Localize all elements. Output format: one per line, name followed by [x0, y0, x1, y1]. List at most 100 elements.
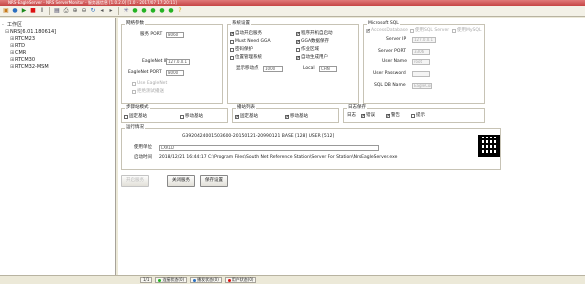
status-text: 播发状态(0) — [197, 277, 219, 282]
system-group-label: 系统设置 — [231, 21, 251, 27]
satellite-icon[interactable]: ✳ — [122, 7, 130, 15]
auto-start-service-checkbox[interactable]: 自动开启服务 — [230, 31, 262, 37]
blue-dot-icon — [193, 278, 197, 282]
tree-item-label: RTCM30 — [15, 57, 36, 63]
tree-root-label: 工作区 — [7, 22, 23, 28]
download-mobile-base-checkbox[interactable]: 移动基站 — [180, 114, 203, 120]
must-need-gga-checkbox[interactable]: Must Need GGA — [230, 39, 271, 45]
tree-item-rtcm30[interactable]: ⊞RTCM30 — [2, 57, 113, 64]
auto-gen-user-checkbox[interactable]: 自动生成用户 — [296, 55, 328, 61]
stop-service-button[interactable]: 关闭服务 — [167, 175, 195, 187]
checkbox-label: AccessDatabase — [371, 28, 408, 33]
help-icon[interactable]: ? — [176, 7, 184, 15]
checkbox-box — [132, 82, 136, 86]
checkbox-box — [124, 115, 128, 119]
eaglenet-port-label: EagleNet PORT — [128, 70, 162, 75]
checkbox-box — [230, 31, 235, 37]
checkbox-label: 提示 — [416, 113, 425, 118]
use-eaglenet-checkbox[interactable]: Use EagleNet — [132, 81, 167, 87]
list-mobile-base-checkbox[interactable]: 移动基站 — [285, 114, 308, 120]
window-title: NRS-EagleServer - NRS ServerMonitor - 服务… — [8, 0, 177, 5]
zoom-in-icon[interactable]: ⊕ — [71, 7, 79, 15]
download-mode-group: 步骤站模式 固定基站 移动基站 — [121, 105, 228, 123]
checkbox-label: Must Need GGA — [235, 39, 271, 44]
download-fixed-base-checkbox[interactable]: 固定基站 — [124, 114, 147, 120]
status-text: 用户状态(0) — [231, 277, 254, 282]
workspace-tree: - 工作区 ⊟NRS[6.01.180614] ⊞RTCM23 ⊞RTD ⊞CMR… — [0, 18, 116, 275]
status-text: 连接状态(0) — [162, 277, 185, 282]
tree-item-label: RTCM23 — [15, 36, 36, 42]
green-light-icon: ● — [150, 7, 156, 14]
checkbox-label: GGA数据保存 — [301, 39, 330, 44]
service-port-label: 服务 PORT — [140, 32, 163, 37]
program-autostart-checkbox[interactable]: 程序开机自启动 — [296, 31, 333, 37]
password-protect-checkbox[interactable]: 密码保护 — [230, 47, 253, 53]
eaglenet-ip-input[interactable]: 127.0.0.1 — [166, 59, 190, 65]
display-move-input[interactable]: 1000 — [263, 66, 283, 72]
checkbox-box — [361, 113, 366, 119]
checkbox-box — [411, 114, 415, 118]
tree-item-rtcm23[interactable]: ⊞RTCM23 — [2, 36, 113, 43]
checkbox-box — [296, 48, 300, 52]
checkbox-label: 密码保护 — [235, 47, 253, 52]
user-unit-input[interactable]: LXKLD — [159, 145, 379, 151]
log-info-checkbox[interactable]: 提示 — [411, 113, 425, 119]
new-icon[interactable]: ▣ — [2, 7, 10, 15]
service-group: 网络参数 服务 PORT 8060 EagleNet IP 127.0.0.1 … — [121, 21, 223, 104]
tree-item-rtcm32-msm[interactable]: ⊞RTCM32-MSM — [2, 64, 113, 71]
db-name-label: SQL DB Name — [374, 83, 406, 88]
tree-root[interactable]: - 工作区 — [2, 22, 113, 29]
tree-item-label: RTCM32-MSM — [15, 64, 49, 70]
checkbox-label: 自动开启服务 — [235, 31, 262, 36]
save-settings-button[interactable]: 保存设置 — [200, 175, 228, 187]
checkbox-box — [366, 28, 371, 34]
station-list-group-label: 播站列表 — [236, 105, 256, 111]
checkbox-box — [296, 39, 301, 45]
user-password-input[interactable] — [412, 71, 430, 77]
eaglenet-port-input[interactable]: 8000 — [166, 70, 184, 76]
work-area-checkbox[interactable]: 作业区域 — [296, 47, 319, 53]
log-warning-checkbox[interactable]: 警告 — [386, 113, 400, 119]
tree-item-label: CMR — [15, 50, 27, 56]
open-icon[interactable]: ● — [11, 7, 19, 15]
log-error-checkbox[interactable]: 错误 — [361, 113, 375, 119]
net-push-checkbox[interactable]: 拒绝测试播送 — [132, 89, 164, 95]
tree-item-server[interactable]: ⊟NRS[6.01.180614] — [2, 29, 113, 36]
list-fixed-base-checkbox[interactable]: 固定基站 — [235, 114, 258, 120]
green-light-icon: ● — [141, 7, 147, 14]
checkbox-label: 固定基站 — [129, 114, 147, 119]
access-database-checkbox[interactable]: AccessDatabase — [366, 28, 408, 34]
print-icon[interactable]: ⎙ — [62, 7, 70, 15]
tree-item-cmr[interactable]: ⊞CMR — [2, 50, 113, 57]
db-name-input[interactable]: EagleCors — [412, 83, 432, 89]
status-broadcast: 播发状态(0) — [190, 277, 222, 283]
tree-item-rtd[interactable]: ⊞RTD — [2, 43, 113, 50]
save-icon[interactable]: ▤ — [53, 7, 61, 15]
zoom-out-icon[interactable]: ⊖ — [80, 7, 88, 15]
local-input[interactable]: CHN — [319, 66, 337, 72]
forward-icon[interactable]: ▸ — [107, 7, 115, 15]
use-sql-server-checkbox[interactable]: 使用SQL Server — [410, 28, 449, 34]
red-dot-icon — [227, 278, 231, 282]
gga-save-checkbox[interactable]: GGA数据保存 — [296, 39, 329, 45]
server-ip-input[interactable]: 127.0.0.1 — [412, 37, 436, 43]
back-icon[interactable]: ◂ — [98, 7, 106, 15]
checkbox-box — [410, 29, 414, 33]
position-system-checkbox[interactable]: 位置管理系统 — [230, 55, 262, 61]
service-port-input[interactable]: 8060 — [166, 32, 184, 38]
use-mysql-checkbox[interactable]: 使用MySQL — [452, 28, 481, 34]
stop-icon[interactable]: ■ — [29, 7, 37, 15]
status-text: 1/1 — [143, 277, 150, 282]
refresh-icon[interactable]: ↻ — [89, 7, 97, 15]
play-icon[interactable]: ▶ — [20, 7, 28, 15]
tree-server-label: NRS[6.01.180614] — [10, 29, 57, 35]
pause-icon[interactable]: Ⅱ — [38, 7, 46, 15]
start-service-button[interactable]: 开启服务 — [121, 175, 149, 187]
download-group-label: 步骤站模式 — [125, 105, 150, 111]
checkbox-label: 使用MySQL — [457, 28, 482, 33]
user-name-input[interactable]: root — [412, 59, 430, 65]
checkbox-box — [386, 113, 391, 119]
server-port-input[interactable]: 3306 — [412, 49, 430, 55]
toolbar: ▣ ● ▶ ■ Ⅱ ▤ ⎙ ⊕ ⊖ ↻ ◂ ▸ ✳ ● ● ● ● ● ? — [0, 6, 585, 17]
display-move-label: 显示移动点 — [236, 66, 259, 71]
